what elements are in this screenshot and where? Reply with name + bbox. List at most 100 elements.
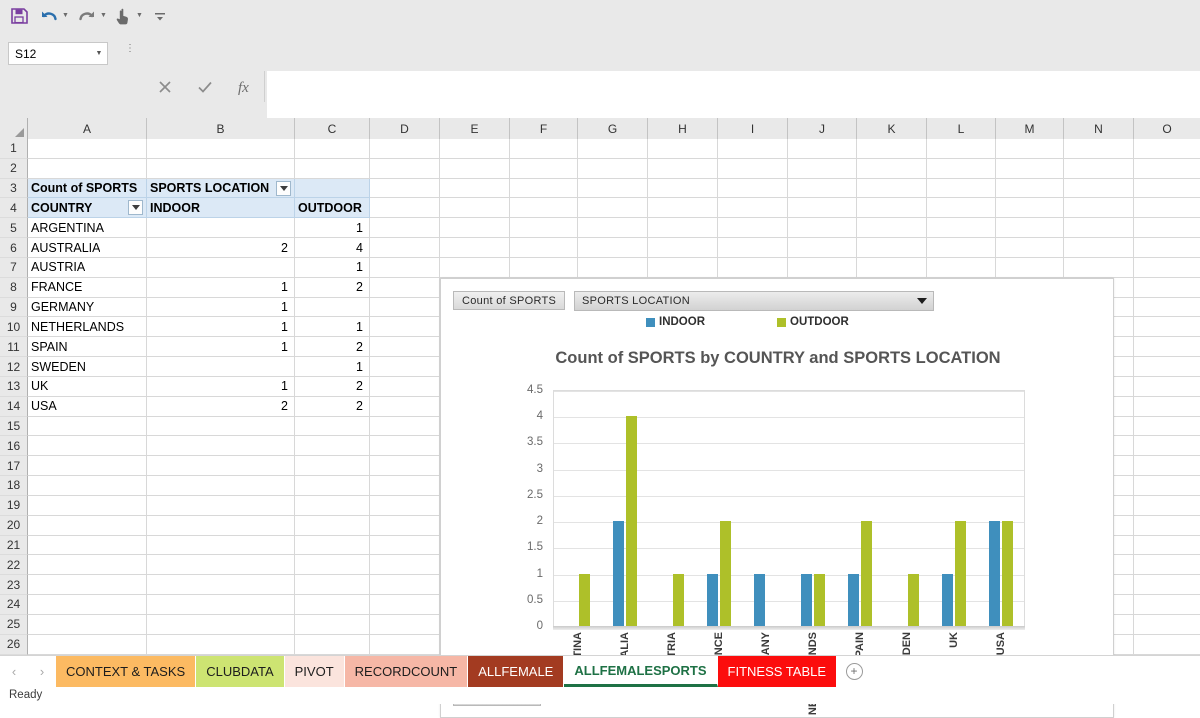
pivot-value-outdoor-cell[interactable]: 1 (295, 357, 370, 377)
grid-cell[interactable] (440, 198, 510, 219)
column-header-J[interactable]: J (788, 118, 857, 139)
grid-cell[interactable] (1134, 496, 1200, 516)
grid-cell[interactable] (718, 178, 788, 199)
bar-indoor[interactable] (847, 573, 859, 626)
grid-cell[interactable] (295, 595, 370, 615)
grid-cell[interactable] (648, 257, 718, 278)
grid-cell[interactable] (996, 158, 1064, 179)
row-header-11[interactable]: 11 (0, 337, 28, 358)
grid-cell[interactable] (370, 396, 440, 417)
grid-cell[interactable] (578, 238, 648, 258)
pivot-value-outdoor-cell[interactable]: 2 (295, 396, 370, 417)
grid-cell[interactable] (370, 198, 440, 219)
grid-cell[interactable] (147, 515, 295, 536)
pivot-value-outdoor-cell[interactable]: 2 (295, 376, 370, 397)
grid-cell[interactable] (648, 178, 718, 199)
column-header-I[interactable]: I (718, 118, 788, 139)
bar-indoor[interactable] (753, 573, 765, 626)
grid-cell[interactable] (996, 238, 1064, 258)
grid-cell[interactable] (1064, 238, 1134, 258)
row-header-3[interactable]: 3 (0, 178, 28, 199)
grid-cell[interactable] (370, 376, 440, 397)
pivot-col-header-outdoor[interactable]: OUTDOOR (295, 198, 370, 219)
grid-cell[interactable] (295, 614, 370, 635)
sheet-tab-recordcount[interactable]: RECORDCOUNT (344, 656, 469, 687)
pivot-value-indoor-cell[interactable]: 1 (147, 337, 295, 358)
bar-indoor[interactable] (941, 573, 953, 626)
grid-cell[interactable] (440, 257, 510, 278)
row-header-20[interactable]: 20 (0, 515, 28, 536)
touch-mode-dropdown-caret[interactable]: ▼ (134, 5, 145, 27)
grid-cell[interactable] (857, 139, 927, 159)
customize-toolbar-button[interactable] (149, 3, 171, 29)
grid-cell[interactable] (1134, 337, 1200, 358)
column-header-H[interactable]: H (648, 118, 718, 139)
undo-dropdown-caret[interactable]: ▼ (60, 5, 71, 27)
grid-cell[interactable] (788, 178, 857, 199)
grid-cell[interactable] (370, 476, 440, 496)
grid-cell[interactable] (147, 634, 295, 655)
row-header-1[interactable]: 1 (0, 139, 28, 159)
grid-cell[interactable] (295, 416, 370, 437)
pivot-row-label-cell[interactable]: AUSTRIA (28, 257, 147, 278)
sheet-tab-allfemalesports[interactable]: ALLFEMALESPORTS (564, 656, 718, 687)
grid-cell[interactable] (1134, 575, 1200, 596)
grid-cell[interactable] (440, 218, 510, 239)
grid-cell[interactable] (440, 238, 510, 258)
grid-cell[interactable] (996, 178, 1064, 199)
grid-cell[interactable] (370, 277, 440, 298)
grid-cell[interactable] (440, 158, 510, 179)
column-header-C[interactable]: C (295, 118, 370, 139)
cancel-button[interactable] (145, 72, 185, 102)
grid-cell[interactable] (295, 535, 370, 556)
pivot-value-outdoor-cell[interactable] (295, 297, 370, 318)
row-header-2[interactable]: 2 (0, 158, 28, 179)
grid-cell[interactable] (510, 158, 578, 179)
grid-cell[interactable] (370, 495, 440, 516)
grid-cell[interactable] (718, 198, 788, 219)
grid-cell[interactable] (857, 198, 927, 219)
redo-dropdown-caret[interactable]: ▼ (98, 5, 109, 27)
grid-cell[interactable] (1134, 258, 1200, 278)
grid-cell[interactable] (1134, 397, 1200, 417)
pivot-value-indoor-cell[interactable] (147, 218, 295, 239)
grid-cell[interactable] (648, 139, 718, 159)
row-field-filter-button[interactable] (128, 200, 143, 216)
grid-cell[interactable] (295, 158, 370, 179)
grid-cell[interactable] (147, 575, 295, 596)
row-header-19[interactable]: 19 (0, 495, 28, 516)
column-field-filter-button[interactable] (276, 180, 291, 196)
grid-cell[interactable] (927, 178, 996, 199)
pivot-value-indoor-cell[interactable]: 1 (147, 277, 295, 298)
grid-cell[interactable] (1134, 436, 1200, 457)
column-header-E[interactable]: E (440, 118, 510, 139)
grid-cell[interactable] (578, 158, 648, 179)
grid-cell[interactable] (1134, 615, 1200, 635)
pivot-row-label-cell[interactable]: AUSTRALIA (28, 238, 147, 258)
grid-cell[interactable] (1064, 257, 1134, 278)
grid-cell[interactable] (927, 198, 996, 219)
grid-cell[interactable] (370, 238, 440, 258)
row-header-23[interactable]: 23 (0, 575, 28, 596)
grid-cell[interactable] (857, 238, 927, 258)
bar-indoor[interactable] (612, 521, 624, 626)
sheet-tab-allfemale[interactable]: ALLFEMALE (468, 656, 565, 687)
chart-column-field-dropdown[interactable]: SPORTS LOCATION (574, 291, 934, 311)
grid-cell[interactable] (370, 139, 440, 159)
grid-cell[interactable] (147, 495, 295, 516)
grid-cell[interactable] (147, 139, 295, 159)
grid-cell[interactable] (147, 555, 295, 576)
bar-outdoor[interactable] (672, 573, 684, 626)
grid-cell[interactable] (28, 495, 147, 516)
pivot-row-label-cell[interactable]: UK (28, 376, 147, 397)
row-header-25[interactable]: 25 (0, 614, 28, 635)
bar-outdoor[interactable] (625, 416, 637, 626)
grid-cell[interactable] (510, 257, 578, 278)
grid-cell[interactable] (28, 436, 147, 457)
pivot-row-field-cell[interactable]: COUNTRY (28, 198, 147, 219)
grid-cell[interactable] (28, 158, 147, 179)
sheet-tab-context-tasks[interactable]: CONTEXT & TASKS (56, 656, 197, 687)
pivot-chart[interactable]: Count of SPORTS SPORTS LOCATION INDOOR OU… (440, 278, 1114, 718)
grid-cell[interactable] (648, 218, 718, 239)
save-button[interactable] (8, 3, 30, 29)
